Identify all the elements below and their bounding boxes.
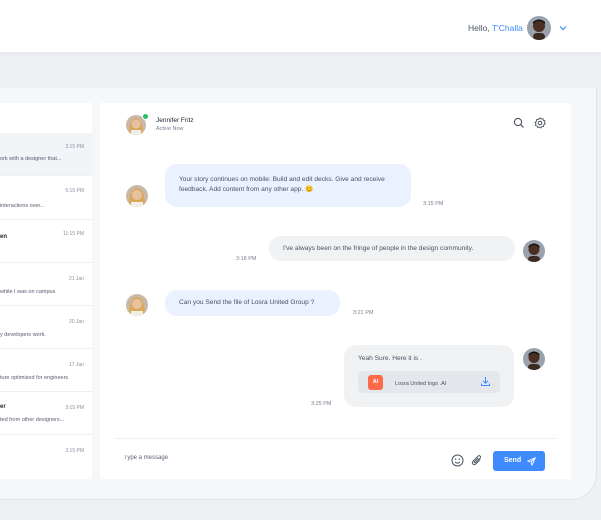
gear-icon[interactable] bbox=[534, 117, 546, 129]
download-icon[interactable] bbox=[480, 376, 491, 387]
top-bar: Hello, T'Challa bbox=[0, 0, 601, 52]
file-name: Losra United logo .AI bbox=[395, 381, 447, 387]
conversation-item[interactable]: 17 Jan ture optimized for engineers bbox=[0, 349, 92, 392]
paperclip-icon[interactable] bbox=[471, 454, 483, 467]
conversation-item[interactable]: 3:15 PM ork with a designer that... bbox=[0, 133, 92, 176]
user-name: T'Challa bbox=[491, 23, 523, 33]
user-avatar bbox=[523, 240, 545, 262]
search-icon[interactable] bbox=[513, 117, 525, 129]
conversation-list: 3:15 PM ork with a designer that... 5:15… bbox=[0, 103, 92, 479]
message-input[interactable] bbox=[124, 451, 424, 465]
user-avatar bbox=[523, 348, 545, 370]
file-type-badge: AI bbox=[368, 375, 383, 390]
contact-avatar bbox=[126, 294, 148, 316]
message-text: I've always been on the fringe of people… bbox=[283, 245, 474, 252]
message-text: Yeah Sure. Here it is . bbox=[358, 355, 422, 362]
user-greeting: Hello, T'Challa bbox=[468, 23, 523, 33]
conversation-preview: y developers work. bbox=[0, 332, 46, 338]
conversation-item[interactable]: 5:15 PM interactions over... bbox=[0, 177, 92, 220]
conversation-preview: interactions over... bbox=[0, 203, 45, 209]
message-bubble: Can you Send the file of Losra United Gr… bbox=[165, 290, 340, 316]
message-time: 3:18 PM bbox=[236, 256, 257, 262]
conversation-preview: ted from other designers... bbox=[0, 417, 65, 423]
send-button-label: Send bbox=[504, 457, 522, 464]
conversation-time: 20 Jan bbox=[68, 319, 84, 325]
message-time: 3:21 PM bbox=[353, 310, 374, 316]
conversation-time: 21 Jan bbox=[68, 276, 84, 282]
contact-status: Active Now bbox=[156, 126, 184, 132]
message-bubble: Yeah Sure. Here it is . AI Losra United … bbox=[344, 345, 514, 407]
message-bubble: I've always been on the fringe of people… bbox=[269, 236, 515, 261]
conversation-item[interactable]: 21 Jan while I was on campus bbox=[0, 263, 92, 306]
conversation-preview: ture optimized for engineers bbox=[0, 375, 69, 381]
online-indicator bbox=[142, 113, 149, 120]
greeting-text: Hello, bbox=[468, 23, 490, 33]
chat-panel: Jennifer Fritz Active Now Your story con… bbox=[100, 103, 571, 479]
message-bubble: Your story continues on mobile: Build an… bbox=[165, 164, 411, 207]
conversation-time: 5:15 PM bbox=[65, 188, 84, 194]
contact-avatar bbox=[126, 185, 148, 207]
conversation-time: 3:15 PM bbox=[65, 448, 84, 454]
send-icon bbox=[527, 457, 536, 466]
conversation-name: en bbox=[0, 234, 8, 240]
send-button[interactable]: Send bbox=[493, 451, 545, 471]
file-attachment[interactable]: AI Losra United logo .AI bbox=[358, 371, 500, 393]
conversation-time: 17 Jan bbox=[68, 362, 84, 368]
message-time: 3:15 PM bbox=[423, 201, 444, 207]
smiley-icon[interactable] bbox=[451, 454, 464, 467]
contact-name: Jennifer Fritz bbox=[156, 117, 194, 124]
conversation-preview: ork with a designer that... bbox=[0, 156, 62, 162]
message-text: Can you Send the file of Losra United Gr… bbox=[179, 299, 315, 306]
conversation-item[interactable]: 3:15 PM bbox=[0, 435, 92, 478]
chat-header: Jennifer Fritz Active Now bbox=[100, 103, 571, 145]
conversation-time: 3:15 PM bbox=[65, 405, 84, 411]
message-text: Your story continues on mobile: Build an… bbox=[179, 176, 385, 193]
message-time: 3:25 PM bbox=[311, 401, 332, 407]
user-avatar[interactable] bbox=[527, 16, 551, 40]
conversation-item[interactable]: 3:15 PM er ted from other designers... bbox=[0, 392, 92, 435]
conversation-item[interactable]: 11:15 PM en bbox=[0, 220, 92, 263]
conversation-name: er bbox=[0, 404, 6, 410]
conversation-time: 11:15 PM bbox=[62, 231, 84, 237]
conversation-preview: while I was on campus bbox=[0, 289, 56, 295]
chevron-down-icon[interactable] bbox=[558, 24, 568, 32]
conversation-item[interactable]: 20 Jan y developers work. bbox=[0, 306, 92, 349]
message-composer: Send bbox=[114, 438, 557, 471]
conversation-time: 3:15 PM bbox=[65, 144, 84, 150]
